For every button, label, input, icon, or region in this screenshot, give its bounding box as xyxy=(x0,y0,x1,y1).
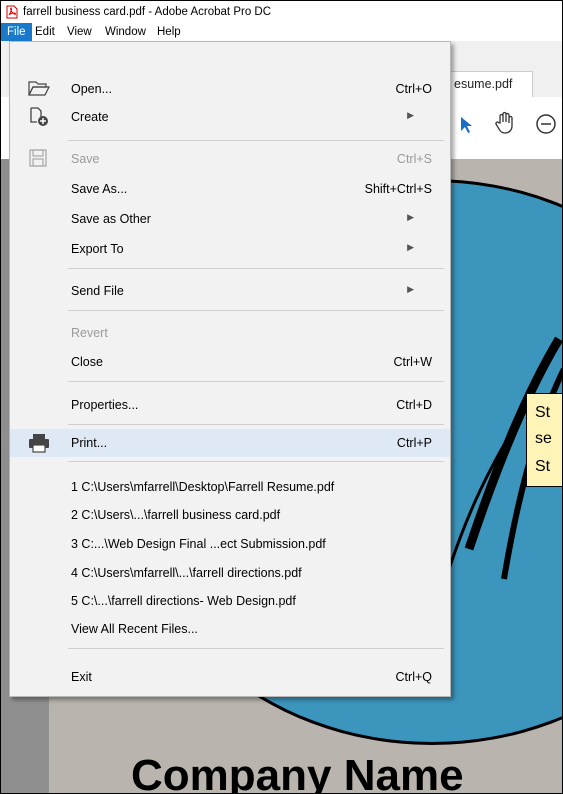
export-to-label: Export To xyxy=(71,242,124,256)
menu-item-create[interactable]: Create ▶ xyxy=(10,104,450,130)
exit-label: Exit xyxy=(71,670,92,684)
note-line-2: se xyxy=(535,430,552,447)
recent-file-label: 1 C:\Users\mfarrell\Desktop\Farrell Resu… xyxy=(71,480,335,494)
view-all-recent-label: View All Recent Files... xyxy=(71,622,198,636)
menu-item-revert[interactable]: Revert xyxy=(10,320,450,346)
close-label: Close xyxy=(71,355,103,369)
menu-item-save[interactable]: Save Ctrl+S xyxy=(10,146,450,172)
save-as-other-label: Save as Other xyxy=(71,212,151,226)
save-label: Save xyxy=(71,152,100,166)
folder-open-icon xyxy=(28,81,50,96)
menu-item-close[interactable]: Close Ctrl+W xyxy=(10,349,450,375)
menu-separator xyxy=(68,310,444,311)
submenu-arrow-icon: ▶ xyxy=(407,242,414,252)
menu-help[interactable]: Help xyxy=(151,23,187,41)
menu-separator xyxy=(68,268,444,269)
menu-item-save-as[interactable]: Save As... Shift+Ctrl+S xyxy=(10,176,450,202)
submenu-arrow-icon: ▶ xyxy=(407,212,414,222)
recent-file-3[interactable]: 3 C:...\Web Design Final ...ect Submissi… xyxy=(10,531,450,557)
title-bar: farrell business card.pdf - Adobe Acroba… xyxy=(1,1,562,23)
menu-separator xyxy=(68,461,444,462)
window-title: farrell business card.pdf - Adobe Acroba… xyxy=(23,6,272,18)
file-menu-dropdown: Open... Ctrl+O Create ▶ Save Ctrl+S Save… xyxy=(9,41,451,697)
menu-item-view-all-recent[interactable]: View All Recent Files... xyxy=(10,616,450,642)
recent-file-5[interactable]: 5 C:\...\farrell directions- Web Design.… xyxy=(10,588,450,614)
recent-file-label: 4 C:\Users\mfarrell\...\farrell directio… xyxy=(71,566,302,580)
menu-separator xyxy=(68,140,444,141)
send-file-label: Send File xyxy=(71,284,124,298)
menu-file[interactable]: File xyxy=(1,23,32,41)
submenu-arrow-icon: ▶ xyxy=(407,284,414,294)
menu-separator xyxy=(68,424,444,425)
recent-file-label: 2 C:\Users\...\farrell business card.pdf xyxy=(71,508,281,522)
menu-item-save-as-other[interactable]: Save as Other ▶ xyxy=(10,206,450,232)
printer-icon xyxy=(29,434,49,453)
menu-item-open[interactable]: Open... Ctrl+O xyxy=(10,76,450,102)
save-shortcut: Ctrl+S xyxy=(396,152,432,166)
save-as-shortcut: Shift+Ctrl+S xyxy=(364,182,432,196)
print-shortcut: Ctrl+P xyxy=(396,436,432,450)
menu-edit[interactable]: Edit xyxy=(29,23,61,41)
create-pdf-icon xyxy=(30,107,48,126)
recent-file-label: 3 C:...\Web Design Final ...ect Submissi… xyxy=(71,537,326,551)
submenu-arrow-icon: ▶ xyxy=(407,110,414,120)
recent-file-1[interactable]: 1 C:\Users\mfarrell\Desktop\Farrell Resu… xyxy=(10,474,450,500)
recent-file-4[interactable]: 4 C:\Users\mfarrell\...\farrell directio… xyxy=(10,560,450,586)
menu-item-exit[interactable]: Exit Ctrl+Q xyxy=(10,664,450,690)
menu-separator xyxy=(68,381,444,382)
create-label: Create xyxy=(71,110,109,124)
tab-resume[interactable]: esume.pdf xyxy=(441,71,533,98)
properties-label: Properties... xyxy=(71,398,139,412)
menu-bar: File Edit View Window Help xyxy=(1,23,562,41)
note-line-1: St xyxy=(535,404,551,421)
note-line-3: St xyxy=(535,458,551,475)
recent-file-label: 5 C:\...\farrell directions- Web Design.… xyxy=(71,594,296,608)
company-name-text: Company Name xyxy=(131,751,464,794)
save-as-label: Save As... xyxy=(71,182,128,196)
revert-label: Revert xyxy=(71,326,108,340)
exit-shortcut: Ctrl+Q xyxy=(395,670,432,684)
tab-label: esume.pdf xyxy=(454,77,513,91)
menu-window[interactable]: Window xyxy=(99,23,152,41)
open-shortcut: Ctrl+O xyxy=(395,82,432,96)
print-label: Print... xyxy=(71,436,108,450)
sticky-note[interactable]: St se St xyxy=(526,393,562,487)
open-label: Open... xyxy=(71,82,112,96)
menu-item-export-to[interactable]: Export To ▶ xyxy=(10,236,450,262)
close-shortcut: Ctrl+W xyxy=(393,355,432,369)
menu-item-properties[interactable]: Properties... Ctrl+D xyxy=(10,392,450,418)
zoom-out-icon[interactable] xyxy=(535,113,557,135)
hand-tool-icon[interactable] xyxy=(494,111,516,135)
menu-item-print[interactable]: Print... Ctrl+P xyxy=(10,429,450,457)
menu-separator xyxy=(68,648,444,649)
properties-shortcut: Ctrl+D xyxy=(396,398,432,412)
recent-file-2[interactable]: 2 C:\Users\...\farrell business card.pdf xyxy=(10,502,450,528)
select-arrow-icon[interactable] xyxy=(459,115,473,135)
menu-view[interactable]: View xyxy=(61,23,98,41)
menu-item-send-file[interactable]: Send File ▶ xyxy=(10,278,450,304)
save-disk-icon xyxy=(29,149,47,167)
acrobat-app-icon xyxy=(6,5,18,19)
acrobat-window: farrell business card.pdf - Adobe Acroba… xyxy=(0,0,563,794)
